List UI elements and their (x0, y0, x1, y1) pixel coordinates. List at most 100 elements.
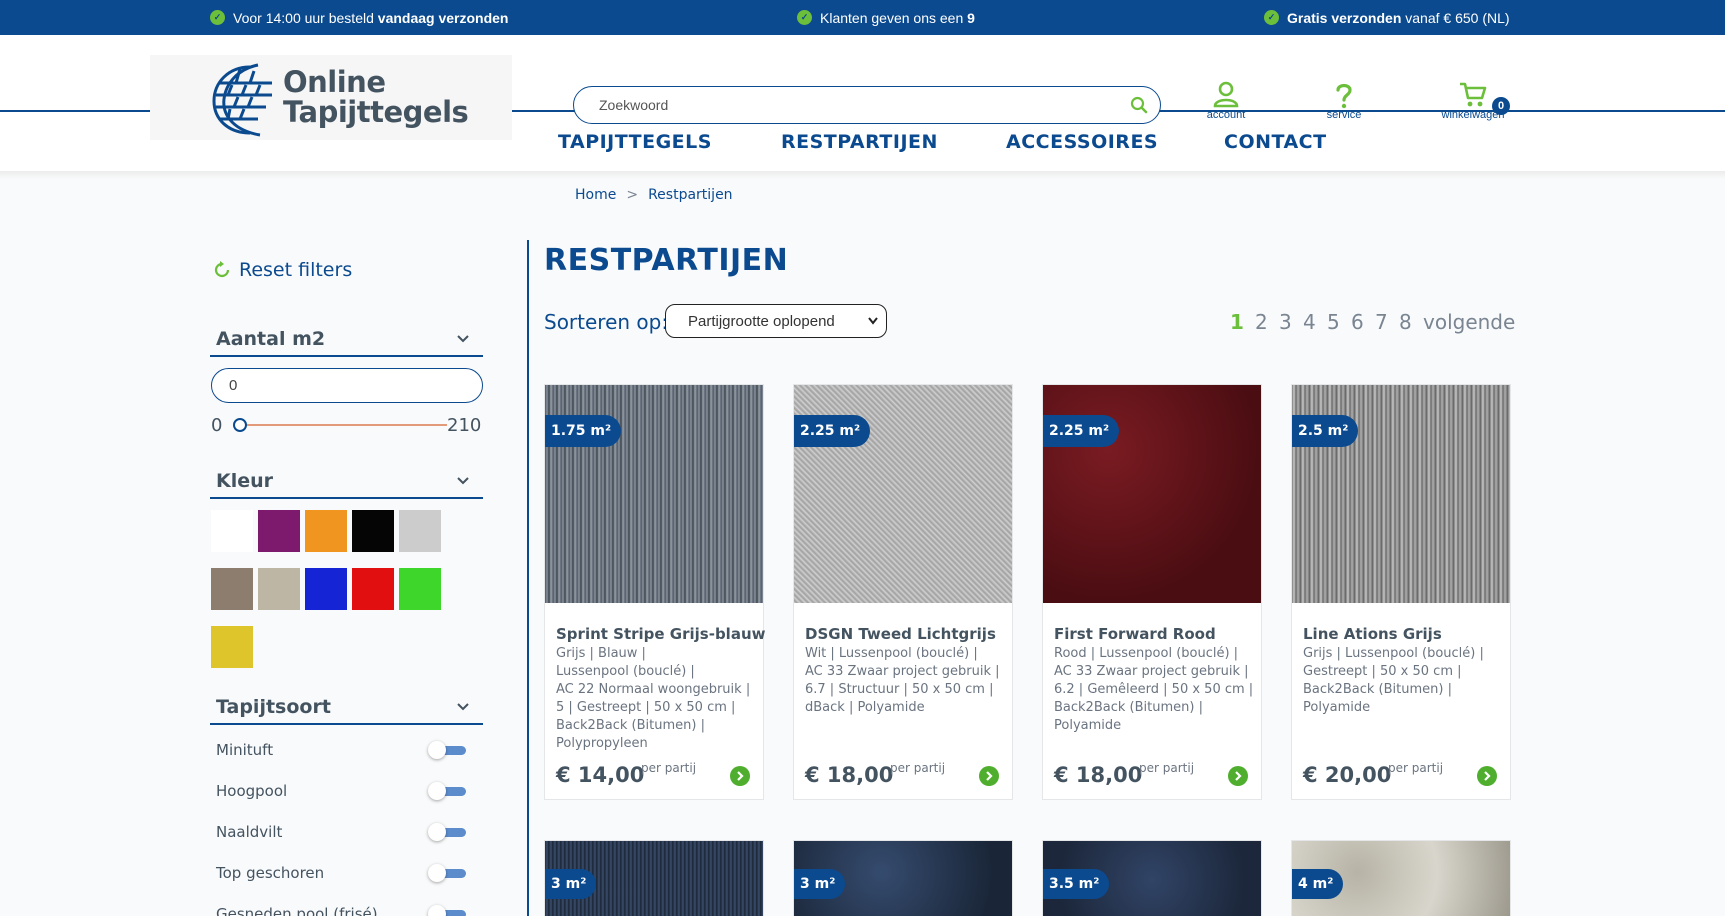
spec-line: Wit | Lussenpool (bouclé) | (805, 646, 978, 661)
tapijtsoort-toggle[interactable] (428, 863, 466, 883)
tapijtsoort-toggle[interactable] (428, 740, 466, 760)
sort-select[interactable]: Partijgrootte oplopend (665, 304, 887, 338)
color-swatch[interactable] (211, 568, 253, 610)
m2-input[interactable]: 0 (211, 368, 483, 403)
price-unit: per partij (1139, 761, 1195, 775)
product-card[interactable]: 3 m² (793, 840, 1013, 916)
page-1-link[interactable]: 1 (1230, 310, 1244, 334)
page-4-link[interactable]: 4 (1303, 310, 1316, 334)
size-badge: 2.5 m² (1292, 415, 1359, 447)
m2-range-handle[interactable] (233, 418, 247, 432)
check-icon: ✓ (1264, 10, 1279, 25)
color-swatch[interactable] (399, 510, 441, 552)
arrow-right-icon[interactable] (979, 766, 999, 786)
product-card[interactable]: 2.25 m² DSGN Tweed Lichtgrijs Wit | Lussen… (793, 384, 1013, 800)
arrow-right-icon[interactable] (1477, 766, 1497, 786)
tapijtsoort-toggle[interactable] (428, 781, 466, 801)
color-swatch[interactable] (258, 510, 300, 552)
check-icon: ✓ (797, 10, 812, 25)
color-swatch[interactable] (305, 510, 347, 552)
spec-line: Back2Back (Bitumen) | (556, 718, 705, 733)
m2-range-track[interactable] (240, 424, 447, 426)
spec-line: dBack | Polyamide (805, 700, 925, 715)
usp-bold: vandaag verzonden (377, 9, 509, 26)
breadcrumb-home[interactable]: Home (575, 187, 616, 203)
color-swatch[interactable] (305, 568, 347, 610)
range-min-label: 0 (211, 415, 223, 436)
cart-link[interactable]: 0 winkelwagen (1440, 81, 1510, 121)
spec-line: AC 33 Zwaar project gebruik | (805, 664, 1000, 679)
reset-filters-button[interactable]: Reset filters (213, 259, 352, 281)
question-icon (1336, 83, 1352, 109)
search-icon[interactable] (1130, 96, 1148, 114)
product-card[interactable]: 2.5 m² Line Ations Grijs Grijs | Lussenpoo… (1291, 384, 1511, 800)
color-swatch[interactable] (399, 568, 441, 610)
product-name[interactable]: DSGN Tweed Lichtgrijs (805, 625, 996, 643)
arrow-right-icon[interactable] (1228, 766, 1248, 786)
chevron-down-icon (457, 477, 469, 485)
breadcrumb-separator: > (626, 187, 639, 203)
breadcrumb-current[interactable]: Restpartijen (648, 187, 732, 203)
product-price: € 14,00 (556, 763, 645, 787)
tapijtsoort-toggle[interactable] (428, 822, 466, 842)
check-icon: ✓ (210, 10, 225, 25)
product-image[interactable]: 2.25 m² (794, 385, 1012, 603)
page-8-link[interactable]: 8 (1399, 310, 1412, 334)
m2-value: 0 (229, 377, 238, 394)
chevron-down-icon (868, 317, 878, 325)
color-swatch[interactable] (211, 626, 253, 668)
size-badge: 3.5 m² (1043, 869, 1110, 899)
product-card[interactable]: 3 m² (544, 840, 764, 916)
color-swatch[interactable] (211, 510, 253, 552)
spec-line: AC 22 Normaal woongebruik | (556, 682, 751, 697)
color-swatch[interactable] (352, 510, 394, 552)
spec-line: Grijs | Blauw | (556, 646, 646, 661)
site-logo[interactable]: Online Tapijttegels (150, 55, 512, 140)
tapijtsoort-label: Hoogpool (216, 782, 288, 800)
search-input[interactable]: Zoekwoord (573, 86, 1161, 124)
filter-aantal-m2-toggle[interactable]: Aantal m2 (210, 323, 483, 357)
filter-kleur-toggle[interactable]: Kleur (210, 465, 483, 499)
arrow-right-icon[interactable] (730, 766, 750, 786)
nav-contact[interactable]: CONTACT (1224, 131, 1327, 153)
page-5-link[interactable]: 5 (1327, 310, 1340, 334)
page-7-link[interactable]: 7 (1375, 310, 1388, 334)
product-price: € 18,00 (1054, 763, 1143, 787)
account-link[interactable]: account (1204, 81, 1248, 121)
product-card[interactable]: 1.75 m² Sprint Stripe Grijs-blauw Grijs | … (544, 384, 765, 800)
refresh-icon (214, 261, 230, 278)
next-page-link[interactable]: volgende (1423, 310, 1515, 334)
product-card[interactable]: 4 m² (1291, 840, 1511, 916)
spec-line: Back2Back (Bitumen) | (1303, 682, 1452, 697)
color-swatch[interactable] (352, 568, 394, 610)
nav-accessoires[interactable]: ACCESSOIRES (1006, 131, 1158, 153)
product-name[interactable]: First Forward Rood (1054, 625, 1216, 643)
product-image[interactable]: 2.5 m² (1292, 385, 1510, 603)
service-link[interactable]: service (1322, 81, 1366, 121)
usp-rating: ✓ Klanten geven ons een 9 (797, 0, 975, 35)
product-card[interactable]: 2.25 m² First Forward Rood Rood | Lussenpo… (1042, 384, 1262, 800)
page-6-link[interactable]: 6 (1351, 310, 1364, 334)
filter-tapijtsoort-toggle[interactable]: Tapijtsoort (210, 691, 483, 725)
spec-line: Polypropyleen (556, 736, 648, 751)
nav-tapijttegels[interactable]: TAPIJTTEGELS (558, 131, 712, 153)
size-badge: 3 m² (545, 869, 597, 899)
product-name[interactable]: Line Ations Grijs (1303, 625, 1442, 643)
product-name[interactable]: Sprint Stripe Grijs-blauw (556, 625, 765, 643)
page-2-link[interactable]: 2 (1255, 310, 1268, 334)
spec-line: 6.7 | Structuur | 50 x 50 cm | (805, 682, 994, 697)
nav-restpartijen[interactable]: RESTPARTIJEN (781, 131, 938, 153)
product-image[interactable]: 2.25 m² (1043, 385, 1261, 603)
range-max-label: 210 (447, 415, 482, 436)
page-3-link[interactable]: 3 (1279, 310, 1292, 334)
product-card[interactable]: 3.5 m² (1042, 840, 1262, 916)
tapijtsoort-toggle[interactable] (428, 904, 466, 916)
filter-heading: Kleur (216, 470, 274, 492)
usp-text: Voor 14:00 uur besteld (233, 9, 378, 26)
logo-line-2: Tapijttegels (283, 95, 469, 129)
color-swatch[interactable] (258, 568, 300, 610)
product-image[interactable]: 1.75 m² (545, 385, 763, 603)
spec-line: Gestreept | 50 x 50 cm | (1303, 664, 1462, 679)
tapijtsoort-option: Top geschoren (216, 863, 466, 883)
product-price: € 18,00 (805, 763, 894, 787)
